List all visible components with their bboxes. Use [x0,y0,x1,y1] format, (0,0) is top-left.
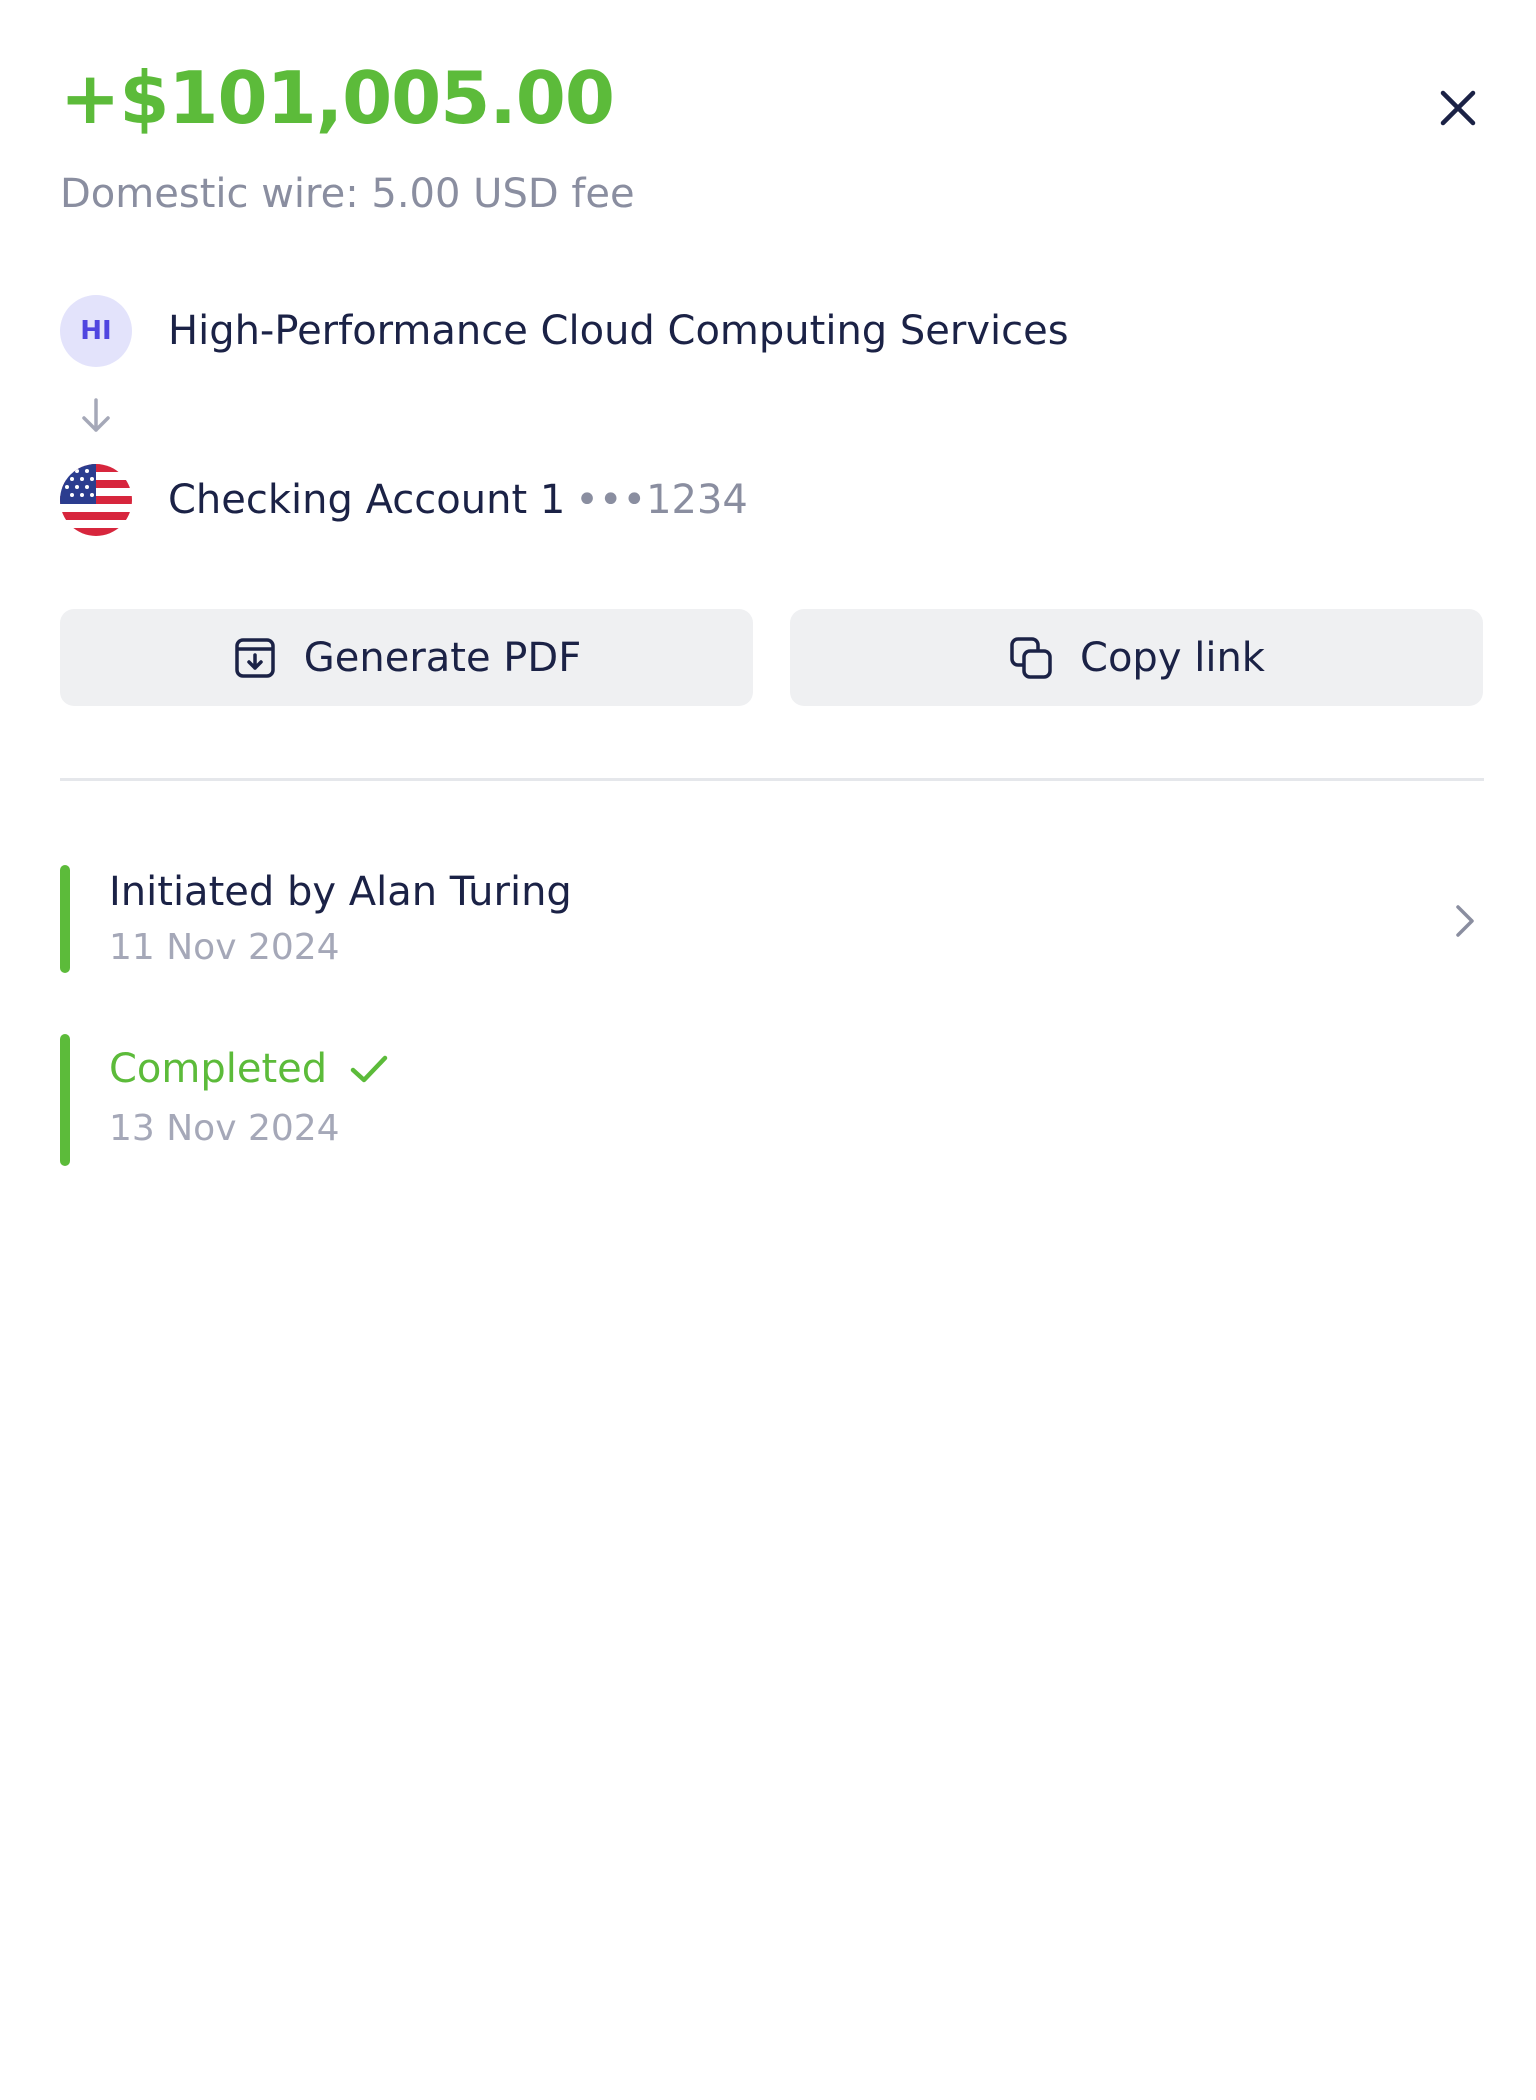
transaction-amount: +$101,005.00 [60,56,615,140]
download-document-icon [235,637,275,678]
check-icon [350,1055,388,1083]
recipient-row: Checking Account 1 •••1234 [60,464,748,536]
arrow-down-icon [82,398,110,432]
us-flag-icon [60,464,132,536]
copy-link-label: Copy link [1080,634,1265,681]
timeline-bar [60,1034,70,1166]
generate-pdf-button[interactable]: Generate PDF [60,609,753,706]
close-icon [1440,90,1476,126]
sender-row: HI High-Performance Cloud Computing Serv… [60,295,1069,367]
close-button[interactable] [1436,86,1480,130]
timeline-bar [60,865,70,973]
timeline-title-completed: Completed [109,1046,391,1092]
copy-link-button[interactable]: Copy link [790,609,1483,706]
fee-description: Domestic wire: 5.00 USD fee [60,171,635,217]
sender-avatar: HI [60,295,132,367]
section-divider [60,778,1484,781]
timeline-date: 13 Nov 2024 [109,1108,340,1149]
copy-icon [1010,636,1052,679]
sender-name: High-Performance Cloud Computing Service… [168,308,1069,354]
recipient-account-name: Checking Account 1 [168,477,566,523]
timeline-title: Initiated by Alan Turing [109,869,572,915]
timeline-date: 11 Nov 2024 [109,927,340,968]
recipient-account: Checking Account 1 •••1234 [168,477,748,523]
transaction-detail-panel: +$101,005.00 Domestic wire: 5.00 USD fee… [0,0,1536,2100]
completed-label: Completed [109,1046,328,1092]
chevron-right-icon[interactable] [1446,901,1482,941]
timeline-item-initiated[interactable]: Initiated by Alan Turing 11 Nov 2024 [60,865,1484,973]
timeline-item-completed: Completed 13 Nov 2024 [60,1034,1484,1166]
generate-pdf-label: Generate PDF [303,634,582,681]
recipient-account-mask: •••1234 [575,477,748,523]
